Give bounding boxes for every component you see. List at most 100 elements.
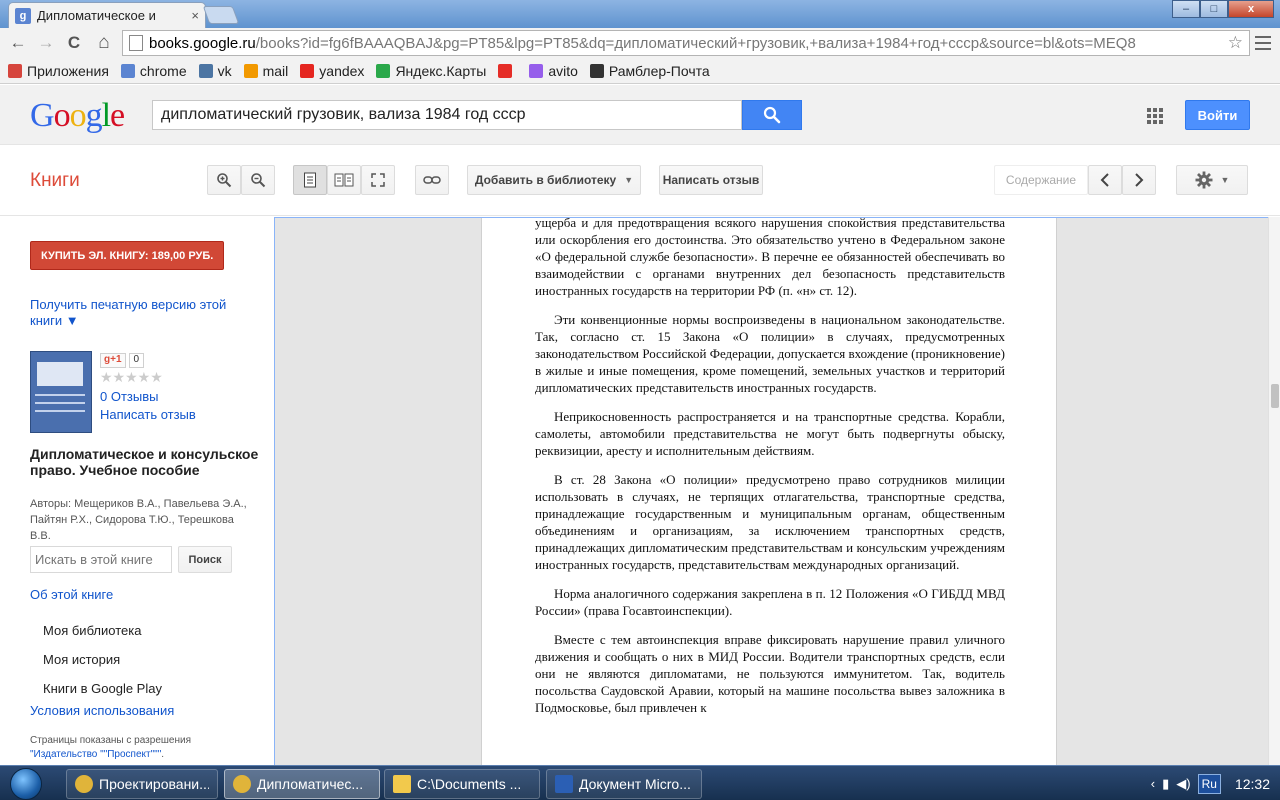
clock[interactable]: 12:32: [1235, 776, 1270, 792]
add-to-library-label: Добавить в библиотеку: [474, 173, 617, 187]
reviews-link[interactable]: 0 Отзывы: [100, 389, 158, 404]
minimize-button[interactable]: –: [1172, 0, 1200, 18]
bookmark-item[interactable]: Рамблер-Почта: [589, 62, 710, 79]
url-text[interactable]: books.google.ru/books?id=fg6fBAAAQBAJ&pg…: [149, 35, 1224, 52]
apps-grid-icon[interactable]: [1147, 108, 1163, 124]
search-in-book-input[interactable]: [35, 552, 167, 567]
gplus-widget: g+1 0: [100, 353, 145, 368]
url-path: /books?id=fg6fBAAAQBAJ&pg=PT85&lpg=PT85&…: [255, 34, 1136, 52]
books-title[interactable]: Книги: [30, 170, 80, 192]
taskbar-item-label: Документ Micro...: [579, 776, 691, 792]
terms-of-use-link[interactable]: Условия использования: [30, 703, 174, 718]
sidebar-item-my-history[interactable]: Моя история: [43, 652, 120, 667]
write-review-button[interactable]: Написать отзыв: [659, 165, 763, 195]
google-icon: [120, 63, 135, 78]
bookmark-star-icon[interactable]: ☆: [1228, 33, 1243, 53]
close-tab-icon[interactable]: ×: [191, 8, 199, 23]
signin-button[interactable]: Войти: [1185, 100, 1250, 130]
taskbar-item[interactable]: Проектировани...: [66, 769, 218, 799]
contents-button[interactable]: Содержание: [994, 165, 1088, 195]
previous-page-button[interactable]: [1088, 165, 1122, 195]
home-button[interactable]: ⌂: [90, 30, 118, 56]
bookmark-item[interactable]: mail: [243, 62, 289, 79]
chevron-left-icon: [1100, 173, 1109, 187]
zoom-out-button[interactable]: [241, 165, 275, 195]
cover-label: [37, 362, 83, 386]
pages-permission-note: Страницы показаны с разрешения "Издатель…: [30, 735, 191, 760]
search-button[interactable]: [742, 100, 802, 130]
bookmark-item[interactable]: Приложения: [8, 63, 109, 79]
window-controls: – □ x: [1172, 0, 1274, 18]
network-icon[interactable]: ▮: [1162, 776, 1169, 792]
forward-button[interactable]: →: [32, 30, 60, 56]
windows-taskbar: Проектировани... Дипломатичес... C:\Docume…: [0, 765, 1280, 800]
taskbar-item[interactable]: Документ Micro...: [546, 769, 702, 799]
google-header: Google Войти: [0, 85, 1280, 145]
bookmark-label: yandex: [319, 62, 365, 79]
bookmark-item[interactable]: yandex: [300, 63, 364, 79]
gplus-count: 0: [128, 353, 145, 368]
volume-icon[interactable]: ◀): [1176, 776, 1190, 792]
sidebar-item-my-library[interactable]: Моя библиотека: [43, 623, 141, 638]
scrollbar-thumb[interactable]: [1271, 384, 1279, 408]
single-page-icon: [304, 172, 316, 188]
youtube-icon: [498, 63, 513, 78]
get-print-copy-link[interactable]: Получить печатную версию этой книги ▼: [30, 297, 240, 329]
next-page-button[interactable]: [1122, 165, 1156, 195]
zoom-in-button[interactable]: [207, 165, 241, 195]
two-page-button[interactable]: [327, 165, 361, 195]
close-window-button[interactable]: x: [1228, 0, 1274, 18]
rambler-icon: [589, 63, 604, 78]
book-cover[interactable]: [30, 351, 92, 433]
bookmark-label: Рамблер-Почта: [608, 62, 710, 79]
search-input[interactable]: [161, 106, 733, 124]
taskbar-item-label: Проектировани...: [99, 776, 209, 792]
gear-icon: [1195, 171, 1213, 189]
word-icon: [555, 775, 573, 793]
show-hidden-icons-icon[interactable]: ‹: [1151, 776, 1155, 791]
book-sidebar: КУПИТЬ ЭЛ. КНИГУ: 189,00 РУБ. Получить п…: [0, 217, 273, 765]
bookmark-label: Приложения: [27, 62, 109, 79]
taskbar-item[interactable]: Дипломатичес...: [224, 769, 380, 799]
bookmark-item[interactable]: Яндекс.Карты: [376, 63, 486, 79]
sidebar-item-google-play-books[interactable]: Книги в Google Play: [43, 681, 162, 696]
gplus-button[interactable]: g+1: [100, 353, 126, 368]
address-bar[interactable]: books.google.ru/books?id=fg6fBAAAQBAJ&pg…: [122, 30, 1250, 56]
buy-ebook-button[interactable]: КУПИТЬ ЭЛ. КНИГУ: 189,00 РУБ.: [30, 241, 225, 270]
new-tab-button[interactable]: [202, 6, 240, 24]
bookmark-item[interactable]: [498, 63, 517, 78]
page-paragraph: Эти конвенционные нормы воспроизведены в…: [535, 312, 1005, 395]
publisher-link[interactable]: "Издательство ""Проспект""": [30, 749, 161, 760]
single-page-button[interactable]: [293, 165, 327, 195]
language-indicator[interactable]: Ru: [1197, 773, 1221, 794]
fullscreen-button[interactable]: [361, 165, 395, 195]
browser-tab[interactable]: g Дипломатическое и ×: [8, 2, 206, 28]
url-host: books.google.ru: [149, 34, 256, 52]
google-logo[interactable]: Google: [30, 97, 125, 135]
taskbar-item[interactable]: C:\Documents ...: [384, 769, 540, 799]
maximize-button[interactable]: □: [1200, 0, 1228, 18]
about-book-link[interactable]: Об этой книге: [30, 587, 113, 602]
bookmark-item[interactable]: chrome: [120, 63, 187, 79]
settings-button[interactable]: ▼: [1176, 165, 1248, 195]
start-button[interactable]: [10, 768, 42, 800]
tab-title: Дипломатическое и: [37, 8, 156, 23]
page-paragraph: В ст. 28 Закона «О полиции» предусмотрен…: [535, 472, 1005, 572]
taskbar-item-label: Дипломатичес...: [257, 776, 364, 792]
link-button[interactable]: [415, 165, 449, 195]
page-scrollbar[interactable]: [1268, 217, 1280, 765]
zoom-in-icon: [217, 173, 232, 188]
taskbar-item-label: C:\Documents ...: [417, 776, 522, 792]
reload-button[interactable]: C: [60, 30, 88, 56]
bookmark-item[interactable]: vk: [198, 63, 232, 79]
google-books-icon: g: [15, 7, 31, 24]
book-viewer[interactable]: ущерба и для предотвращения всякого нару…: [274, 217, 1268, 765]
chrome-menu-icon[interactable]: [1254, 34, 1272, 52]
bookmark-label: mail: [262, 62, 289, 79]
page-text: ущерба и для предотвращения всякого нару…: [535, 218, 1005, 728]
back-button[interactable]: ←: [4, 30, 32, 56]
add-to-library-button[interactable]: Добавить в библиотеку ▼: [467, 165, 641, 195]
write-review-link[interactable]: Написать отзыв: [100, 407, 196, 422]
search-in-book-button[interactable]: Поиск: [178, 546, 232, 573]
bookmark-item[interactable]: avito: [529, 63, 578, 79]
